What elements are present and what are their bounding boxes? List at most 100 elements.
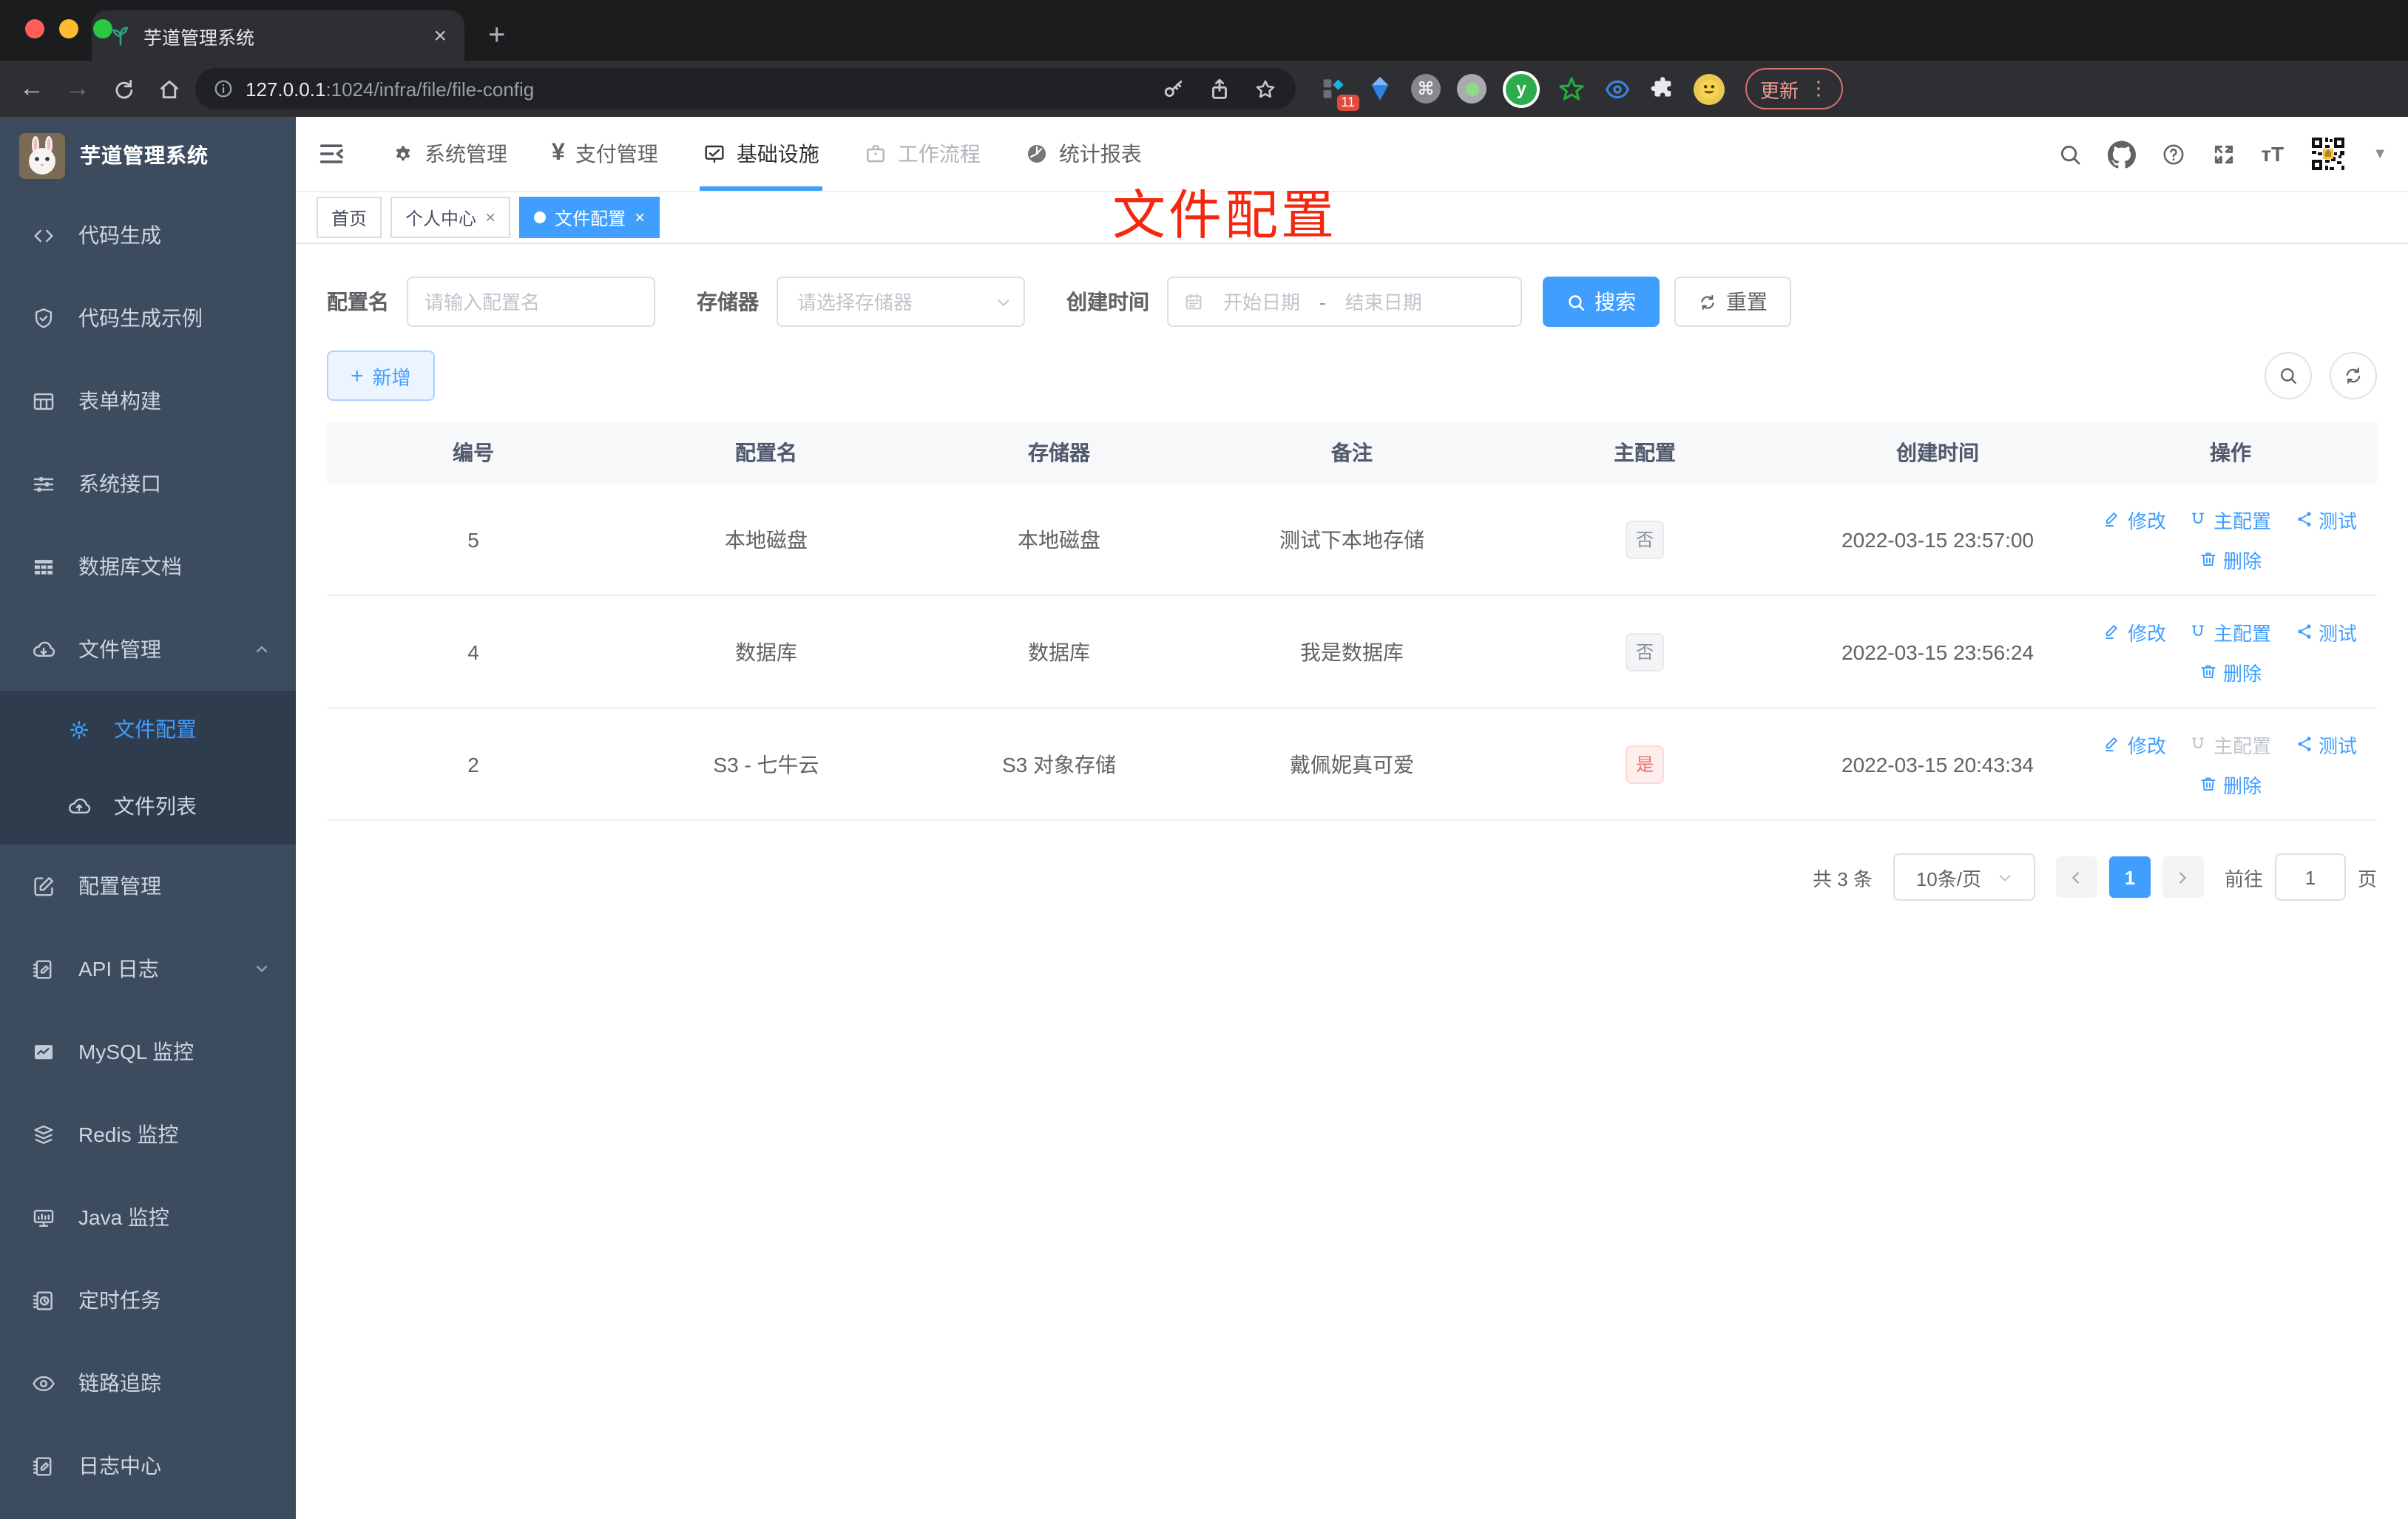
topnav-payment-mgmt[interactable]: ¥ 支付管理: [530, 117, 680, 191]
bookmark-star-icon[interactable]: [1253, 76, 1278, 101]
header-actions: ᴛT ▼: [2057, 135, 2387, 173]
fullscreen-icon[interactable]: [2211, 141, 2236, 166]
delete-button[interactable]: 删除: [2199, 770, 2262, 798]
close-icon[interactable]: ×: [635, 207, 645, 228]
storage-select[interactable]: [777, 277, 1025, 327]
sidebar-item-file-list[interactable]: 文件列表: [0, 768, 296, 845]
topnav-infrastructure[interactable]: 基础设施: [680, 117, 842, 191]
gear-icon: [392, 143, 414, 165]
url-bar[interactable]: 127.0.0.1:1024/infra/file/file-config: [195, 68, 1296, 109]
topnav-system-mgmt[interactable]: 系统管理: [370, 117, 530, 191]
avatar-dropdown-caret-icon[interactable]: ▼: [2373, 146, 2387, 162]
range-separator: -: [1319, 291, 1326, 313]
end-date-input[interactable]: [1331, 289, 1435, 314]
master-config-button[interactable]: 主配置: [2190, 505, 2271, 533]
password-key-icon[interactable]: [1161, 76, 1186, 101]
update-chrome-button[interactable]: 更新 ⋮: [1745, 68, 1844, 109]
tag-view-file-config[interactable]: 文件配置 ×: [519, 197, 660, 238]
sidebar-item-config-mgmt[interactable]: 配置管理: [0, 845, 296, 927]
search-icon[interactable]: [2057, 141, 2082, 166]
toggle-search-button[interactable]: [2265, 352, 2312, 399]
sidebar-item-api-log[interactable]: API 日志: [0, 927, 296, 1010]
test-button[interactable]: 测试: [2295, 618, 2357, 646]
sidebar-item-system-api[interactable]: 系统接口: [0, 442, 296, 525]
tag-view-home[interactable]: 首页: [317, 197, 382, 238]
test-button[interactable]: 测试: [2295, 505, 2357, 533]
add-button[interactable]: + 新增: [327, 351, 435, 401]
home-icon[interactable]: [149, 69, 189, 109]
new-tab-button[interactable]: +: [488, 21, 505, 50]
ext-emoji-icon[interactable]: [1694, 73, 1725, 104]
font-size-icon[interactable]: ᴛT: [2261, 142, 2284, 166]
tab-close-icon[interactable]: ×: [433, 24, 447, 47]
delete-button[interactable]: 删除: [2199, 545, 2262, 573]
sidebar-item-redis-monitor[interactable]: Redis 监控: [0, 1093, 296, 1176]
sidebar-item-code-gen[interactable]: 代码生成: [0, 194, 296, 277]
sidebar-item-tracing[interactable]: 链路追踪: [0, 1342, 296, 1424]
file-config-table: 编号 配置名 存储器 备注 主配置 创建时间 操作 5 本地磁盘 本地磁盘 测试…: [327, 422, 2377, 821]
date-range-picker[interactable]: -: [1167, 277, 1522, 327]
shield-check-icon: [31, 305, 56, 331]
page-1-button[interactable]: 1: [2108, 856, 2151, 898]
app-header: 系统管理 ¥ 支付管理 基础设施 工作流程 统计报表 ᴛT ▼: [296, 117, 2408, 192]
tag-view-profile[interactable]: 个人中心 ×: [390, 197, 511, 238]
forward-icon[interactable]: →: [58, 69, 98, 109]
browser-tab[interactable]: 芋道管理系统 ×: [92, 10, 464, 61]
next-page-button[interactable]: [2162, 856, 2204, 898]
goto-page-input[interactable]: [2274, 853, 2346, 901]
user-avatar-qr[interactable]: [2309, 135, 2348, 173]
url-host: 127.0.0.1: [246, 78, 326, 100]
sidebar-item-file-mgmt[interactable]: 文件管理: [0, 608, 296, 691]
ext-eye-icon[interactable]: [1602, 74, 1631, 104]
reload-icon[interactable]: [104, 69, 143, 109]
maximize-window-button[interactable]: [93, 19, 112, 38]
share-icon[interactable]: [1207, 76, 1232, 101]
ext-blocks-icon[interactable]: 11: [1319, 74, 1359, 111]
table-toolbar: + 新增: [327, 351, 2377, 401]
sidebar-item-code-gen-demo[interactable]: 代码生成示例: [0, 277, 296, 359]
sidebar-item-file-config[interactable]: 文件配置: [0, 691, 296, 768]
delete-button[interactable]: 删除: [2199, 657, 2262, 686]
sidebar-item-scheduled-tasks[interactable]: 定时任务: [0, 1259, 296, 1342]
sidebar-item-log-center[interactable]: 日志中心: [0, 1424, 296, 1507]
sidebar-item-mysql-monitor[interactable]: MySQL 监控: [0, 1010, 296, 1093]
sidebar-collapse-icon[interactable]: [317, 139, 346, 169]
github-icon[interactable]: [2107, 140, 2136, 168]
ext-gem-icon[interactable]: [1365, 74, 1395, 104]
minimize-window-button[interactable]: [59, 19, 78, 38]
search-button[interactable]: 搜索: [1543, 277, 1660, 327]
edit-button[interactable]: 修改: [2104, 730, 2166, 758]
ext-y-icon[interactable]: y: [1503, 70, 1540, 107]
edit-square-icon: [31, 873, 56, 899]
reset-button[interactable]: 重置: [1674, 277, 1791, 327]
page-size-select[interactable]: 10条/页: [1893, 853, 2035, 901]
start-date-input[interactable]: [1210, 289, 1313, 314]
edit-button[interactable]: 修改: [2104, 618, 2166, 646]
back-icon[interactable]: ←: [12, 69, 52, 109]
refresh-table-button[interactable]: [2330, 352, 2377, 399]
ext-command-icon[interactable]: ⌘: [1411, 74, 1441, 104]
col-master: 主配置: [1614, 441, 1676, 464]
topnav-workflow[interactable]: 工作流程: [842, 117, 1003, 191]
browser-menu-icon[interactable]: ⋮: [1809, 77, 1828, 101]
master-config-button[interactable]: 主配置: [2190, 618, 2271, 646]
close-window-button[interactable]: [25, 19, 44, 38]
ext-dot-icon[interactable]: [1457, 74, 1487, 104]
sidebar-item-form-builder[interactable]: 表单构建: [0, 359, 296, 442]
ext-puzzle-icon[interactable]: [1648, 74, 1677, 104]
edit-button[interactable]: 修改: [2104, 505, 2166, 533]
test-button[interactable]: 测试: [2295, 730, 2357, 758]
code-icon: [31, 223, 56, 248]
close-icon[interactable]: ×: [485, 207, 496, 228]
site-info-icon[interactable]: [213, 78, 234, 99]
app-logo-row[interactable]: 芋道管理系统: [0, 117, 296, 194]
schedule-clock-icon: [31, 1288, 56, 1313]
ext-star-icon[interactable]: [1556, 74, 1586, 104]
config-name-input[interactable]: [407, 277, 655, 327]
extension-badge: 11: [1336, 95, 1359, 111]
sidebar-item-db-doc[interactable]: 数据库文档: [0, 525, 296, 608]
help-icon[interactable]: [2160, 141, 2185, 166]
prev-page-button[interactable]: [2055, 856, 2097, 898]
storage-select-input[interactable]: [794, 289, 995, 314]
sidebar-item-java-monitor[interactable]: Java 监控: [0, 1176, 296, 1259]
